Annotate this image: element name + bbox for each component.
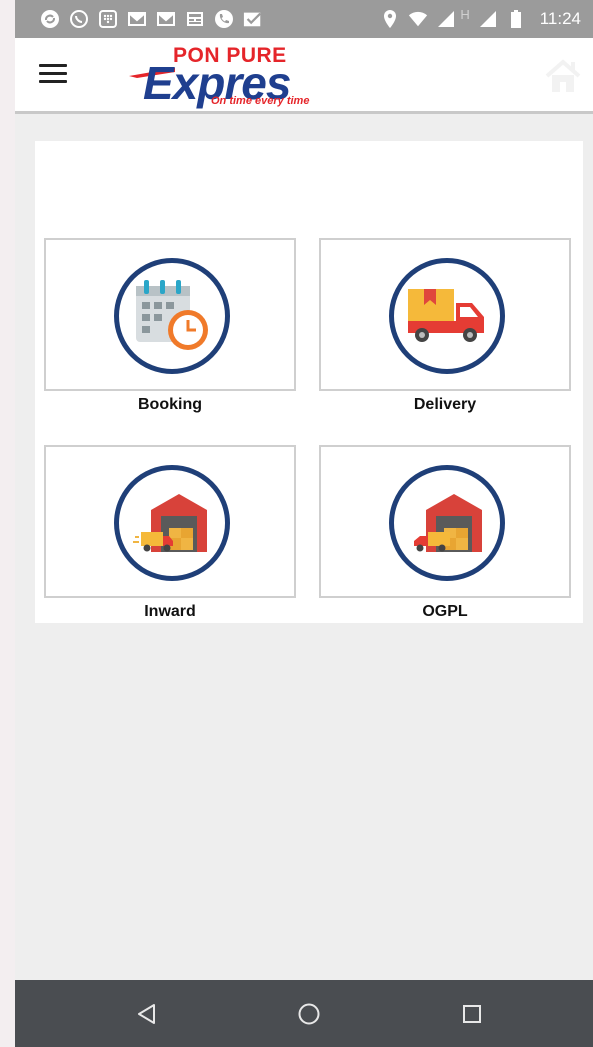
gmail-icon [156, 9, 176, 29]
delivery-truck-icon [408, 289, 484, 342]
location-icon [380, 9, 400, 29]
delivery-icon-circle [389, 258, 505, 374]
booking-label: Booking [138, 396, 202, 413]
booking-calendar-icon [136, 280, 208, 350]
ogpl-tile[interactable] [319, 445, 571, 598]
grid-icon [98, 9, 118, 29]
booking-icon-circle [114, 258, 230, 374]
recents-button[interactable] [458, 1000, 486, 1028]
gmail-icon [127, 9, 147, 29]
menu-icon-line [39, 72, 67, 75]
dashboard-card: Booking Delivery Inward OGPL [35, 141, 583, 623]
wifi-icon [408, 9, 428, 29]
ogpl-label: OGPL [422, 603, 468, 620]
check-icon [243, 9, 263, 29]
system-icons: H 11:24 [380, 6, 581, 29]
whatsapp-icon [69, 9, 89, 29]
home-icon [545, 59, 581, 92]
logo-tagline: On time every time [211, 95, 310, 107]
menu-button[interactable] [39, 64, 67, 86]
battery-icon [506, 9, 526, 29]
booking-tile[interactable] [44, 238, 296, 391]
menu-icon-line [39, 80, 67, 83]
signal-icon [436, 9, 456, 29]
menu-icon-line [39, 64, 67, 67]
home-circle-icon [298, 1003, 320, 1025]
app-bar: PON PURE Expres On time every time [15, 38, 593, 114]
back-triangle-icon [138, 1004, 155, 1024]
sync-icon [40, 9, 60, 29]
home-nav-button[interactable] [295, 1000, 323, 1028]
status-bar: H 11:24 [15, 0, 593, 38]
news-icon [185, 9, 205, 29]
app-screen: H 11:24 PON PURE Expres On time every ti… [15, 0, 593, 1047]
inward-warehouse-icon [133, 494, 207, 552]
signal-icon [478, 9, 498, 29]
recents-square-icon [463, 1005, 481, 1023]
inward-tile[interactable] [44, 445, 296, 598]
phone-icon [214, 9, 234, 29]
ogpl-icon-circle [389, 465, 505, 581]
delivery-tile[interactable] [319, 238, 571, 391]
delivery-label: Delivery [413, 396, 477, 413]
back-button[interactable] [133, 1000, 161, 1028]
ogpl-warehouse-icon [414, 494, 482, 552]
system-nav-bar [15, 980, 593, 1047]
inward-icon-circle [114, 465, 230, 581]
inward-label: Inward [144, 603, 196, 620]
status-time: 11:24 [539, 9, 581, 28]
home-button[interactable] [543, 56, 583, 96]
notification-icons [40, 9, 263, 29]
brand-logo: PON PURE Expres On time every time [115, 42, 310, 109]
network-type-label: H [460, 6, 470, 22]
